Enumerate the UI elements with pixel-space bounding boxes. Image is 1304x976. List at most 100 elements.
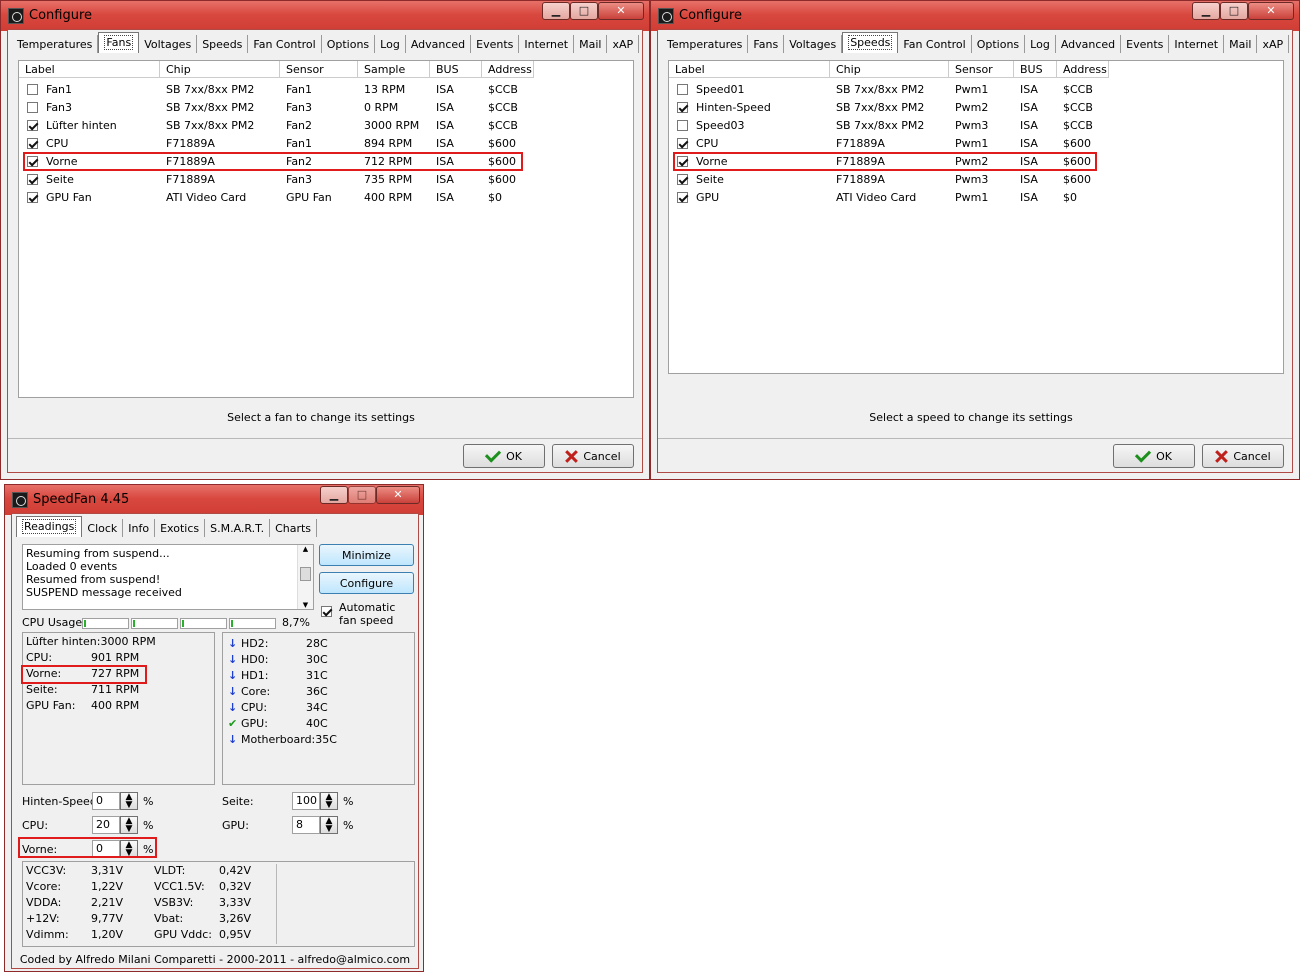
speed-spinner[interactable]: 100 ▲ ▼ bbox=[292, 792, 338, 810]
maximize-window-button[interactable]: □ bbox=[348, 486, 376, 504]
tab-speeds[interactable]: Speeds bbox=[842, 32, 899, 53]
row-checkbox[interactable] bbox=[677, 191, 688, 203]
tab-events[interactable]: Events bbox=[471, 35, 520, 53]
column-header-bus[interactable]: BUS bbox=[1014, 61, 1057, 77]
list-row[interactable]: Speed01 SB 7xx/8xx PM2 Pwm1 ISA $CCB bbox=[669, 80, 1109, 98]
title-bar[interactable]: SpeedFan 4.45 ▁ □ ✕ bbox=[5, 485, 423, 515]
tab-fan-control[interactable]: Fan Control bbox=[248, 35, 322, 53]
tab-voltages[interactable]: Voltages bbox=[784, 35, 843, 53]
spinner-arrows-icon[interactable]: ▲ ▼ bbox=[320, 792, 338, 810]
tab-log[interactable]: Log bbox=[375, 35, 406, 53]
cancel-button[interactable]: Cancel bbox=[1202, 444, 1284, 468]
list-row[interactable]: GPU Fan ATI Video Card GPU Fan 400 RPM ISA $0 bbox=[19, 188, 534, 206]
speed-value-input[interactable]: 0 bbox=[92, 792, 120, 810]
column-header-label[interactable]: Label bbox=[669, 61, 830, 77]
scroll-thumb[interactable] bbox=[300, 567, 311, 581]
list-row[interactable]: Fan1 SB 7xx/8xx PM2 Fan1 13 RPM ISA $CCB bbox=[19, 80, 534, 98]
list-row[interactable]: Seite F71889A Fan3 735 RPM ISA $600 bbox=[19, 170, 534, 188]
cancel-button[interactable]: Cancel bbox=[552, 444, 634, 468]
list-row[interactable]: CPU F71889A Fan1 894 RPM ISA $600 bbox=[19, 134, 534, 152]
list-row[interactable]: Lüfter hinten SB 7xx/8xx PM2 Fan2 3000 RPM I… bbox=[19, 116, 534, 134]
ok-button[interactable]: OK bbox=[1113, 444, 1195, 468]
tab-xap[interactable]: xAP bbox=[607, 35, 640, 53]
row-checkbox[interactable] bbox=[677, 137, 688, 149]
tab-events[interactable]: Events bbox=[1121, 35, 1170, 53]
minimize-button[interactable]: Minimize bbox=[319, 544, 414, 566]
tab-exotics[interactable]: Exotics bbox=[155, 519, 206, 537]
spinner-arrows-icon[interactable]: ▲ ▼ bbox=[320, 816, 338, 834]
list-row[interactable]: Seite F71889A Pwm3 ISA $600 bbox=[669, 170, 1109, 188]
speed-value-input[interactable]: 8 bbox=[292, 816, 320, 834]
tab-fans[interactable]: Fans bbox=[748, 35, 785, 53]
tab-voltages[interactable]: Voltages bbox=[139, 35, 198, 53]
automatic-fan-speed-checkbox[interactable] bbox=[321, 606, 332, 617]
tab-info[interactable]: Info bbox=[123, 519, 156, 537]
row-checkbox[interactable] bbox=[27, 191, 38, 203]
speed-value-input[interactable]: 20 bbox=[92, 816, 120, 834]
close-window-button[interactable]: ✕ bbox=[598, 2, 644, 20]
tab-readings[interactable]: Readings bbox=[16, 516, 83, 537]
tab-temperatures[interactable]: Temperatures bbox=[662, 35, 749, 53]
column-header-chip[interactable]: Chip bbox=[830, 61, 949, 77]
column-header-address[interactable]: Address bbox=[482, 61, 534, 77]
tab-clock[interactable]: Clock bbox=[82, 519, 124, 537]
row-checkbox[interactable] bbox=[677, 119, 688, 131]
column-header-bus[interactable]: BUS bbox=[430, 61, 482, 77]
minimize-window-button[interactable]: ▁ bbox=[542, 2, 570, 20]
row-checkbox[interactable] bbox=[677, 173, 688, 185]
tab-speeds[interactable]: Speeds bbox=[197, 35, 249, 53]
scroll-down-icon[interactable]: ▼ bbox=[298, 601, 313, 609]
tab-temperatures[interactable]: Temperatures bbox=[12, 35, 99, 53]
tab-charts[interactable]: Charts bbox=[270, 519, 318, 537]
log-scrollbar[interactable]: ▲ ▼ bbox=[297, 545, 313, 609]
scroll-up-icon[interactable]: ▲ bbox=[298, 545, 313, 553]
tab-mail[interactable]: Mail bbox=[1224, 35, 1258, 53]
speed-spinner[interactable]: 0 ▲ ▼ bbox=[92, 792, 138, 810]
row-checkbox[interactable] bbox=[27, 83, 38, 95]
title-bar[interactable]: Configure ▁ □ ✕ bbox=[1, 1, 649, 31]
tab-options[interactable]: Options bbox=[972, 35, 1026, 53]
spinner-arrows-icon[interactable]: ▲ ▼ bbox=[120, 816, 138, 834]
column-header-sample[interactable]: Sample bbox=[358, 61, 430, 77]
configure-button[interactable]: Configure bbox=[319, 572, 414, 594]
speed-spinner[interactable]: 8 ▲ ▼ bbox=[292, 816, 338, 834]
list-row[interactable]: Fan3 SB 7xx/8xx PM2 Fan3 0 RPM ISA $CCB bbox=[19, 98, 534, 116]
tab-s-m-a-r-t-[interactable]: S.M.A.R.T. bbox=[205, 519, 271, 537]
speed-value-input[interactable]: 100 bbox=[292, 792, 320, 810]
column-header-address[interactable]: Address bbox=[1057, 61, 1109, 77]
row-checkbox[interactable] bbox=[27, 119, 38, 131]
maximize-window-button[interactable]: □ bbox=[570, 2, 598, 20]
row-checkbox[interactable] bbox=[27, 137, 38, 149]
spinner-arrows-icon[interactable]: ▲ ▼ bbox=[120, 792, 138, 810]
tab-internet[interactable]: Internet bbox=[519, 35, 575, 53]
ok-button[interactable]: OK bbox=[463, 444, 545, 468]
row-checkbox[interactable] bbox=[677, 83, 688, 95]
minimize-window-button[interactable]: ▁ bbox=[1192, 2, 1220, 20]
tab-advanced[interactable]: Advanced bbox=[406, 35, 472, 53]
tab-log[interactable]: Log bbox=[1025, 35, 1056, 53]
tab-options[interactable]: Options bbox=[322, 35, 376, 53]
tab-fan-control[interactable]: Fan Control bbox=[898, 35, 972, 53]
tab-advanced[interactable]: Advanced bbox=[1056, 35, 1122, 53]
row-checkbox[interactable] bbox=[27, 101, 38, 113]
speed-spinner[interactable]: 20 ▲ ▼ bbox=[92, 816, 138, 834]
column-header-sensor[interactable]: Sensor bbox=[949, 61, 1014, 77]
list-row[interactable]: Speed03 SB 7xx/8xx PM2 Pwm3 ISA $CCB bbox=[669, 116, 1109, 134]
list-row[interactable]: GPU ATI Video Card Pwm1 ISA $0 bbox=[669, 188, 1109, 206]
list-row[interactable]: CPU F71889A Pwm1 ISA $600 bbox=[669, 134, 1109, 152]
list-row[interactable]: Hinten-Speed SB 7xx/8xx PM2 Pwm2 ISA $CCB bbox=[669, 98, 1109, 116]
minimize-window-button[interactable]: ▁ bbox=[320, 486, 348, 504]
title-bar[interactable]: Configure ▁ □ ✕ bbox=[651, 1, 1299, 31]
close-window-button[interactable]: ✕ bbox=[1248, 2, 1294, 20]
tab-xap[interactable]: xAP bbox=[1257, 35, 1290, 53]
row-checkbox[interactable] bbox=[27, 173, 38, 185]
tab-internet[interactable]: Internet bbox=[1169, 35, 1225, 53]
column-header-label[interactable]: Label bbox=[19, 61, 160, 77]
maximize-window-button[interactable]: □ bbox=[1220, 2, 1248, 20]
row-checkbox[interactable] bbox=[677, 101, 688, 113]
column-header-chip[interactable]: Chip bbox=[160, 61, 280, 77]
column-header-sensor[interactable]: Sensor bbox=[280, 61, 358, 77]
tab-mail[interactable]: Mail bbox=[574, 35, 608, 53]
tab-fans[interactable]: Fans bbox=[98, 32, 140, 53]
close-window-button[interactable]: ✕ bbox=[376, 486, 420, 504]
